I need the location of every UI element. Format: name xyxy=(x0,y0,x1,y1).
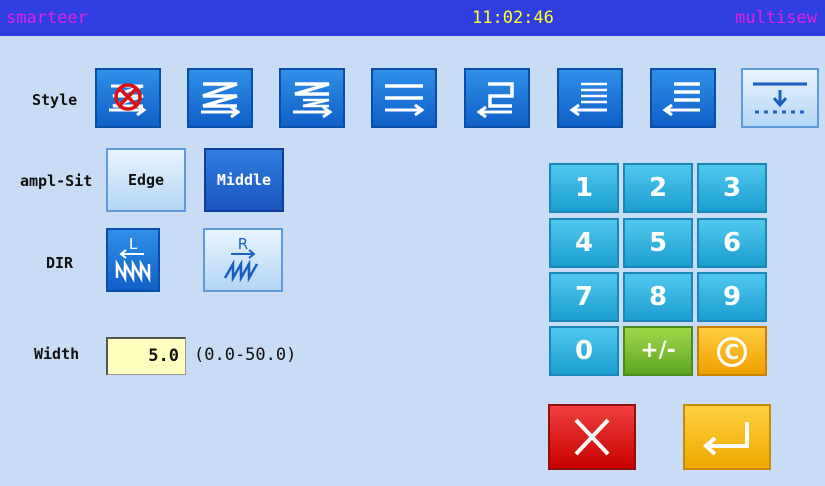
style-button-backtack-return[interactable] xyxy=(464,68,530,128)
plus-minus-key[interactable]: +/- xyxy=(623,326,693,376)
dir-label: DIR xyxy=(46,254,74,272)
key-6[interactable]: 6 xyxy=(697,218,767,268)
dir-left-letter: L xyxy=(129,235,138,253)
key-5[interactable]: 5 xyxy=(623,218,693,268)
zigzag-double-icon xyxy=(293,82,333,119)
key-8[interactable]: 8 xyxy=(623,272,693,322)
enter-button[interactable] xyxy=(683,404,771,470)
title-bar: smarteer 11:02:46 multisew xyxy=(0,0,825,36)
sampling-label: ampl-Sit xyxy=(20,172,93,190)
clear-key[interactable]: C xyxy=(697,326,767,376)
brand-text: smarteer xyxy=(6,8,88,28)
dir-left-icon: L xyxy=(115,235,151,283)
app-window: smarteer 11:02:46 multisew Style ampl-Si… xyxy=(0,0,825,486)
clock-text: 11:02:46 xyxy=(472,8,554,28)
style-button-dotted-drop[interactable] xyxy=(741,68,819,128)
straight-lines-icon xyxy=(385,84,425,117)
backtack-return-icon xyxy=(476,82,514,119)
width-input[interactable]: 5.0 xyxy=(106,337,186,375)
edge-button[interactable]: Edge xyxy=(106,148,186,212)
style-button-backtack-triple[interactable] xyxy=(650,68,716,128)
key-3[interactable]: 3 xyxy=(697,163,767,213)
key-7[interactable]: 7 xyxy=(549,272,619,322)
no-sew-icon xyxy=(109,83,147,117)
style-label: Style xyxy=(32,91,78,109)
style-button-no-sew[interactable] xyxy=(95,68,161,128)
key-9[interactable]: 9 xyxy=(697,272,767,322)
style-button-zigzag-double[interactable] xyxy=(279,68,345,128)
style-button-backtack-multi[interactable] xyxy=(557,68,623,128)
width-label: Width xyxy=(34,345,80,363)
dir-right-icon: R xyxy=(223,235,259,283)
key-0[interactable]: 0 xyxy=(549,326,619,376)
middle-button[interactable]: Middle xyxy=(204,148,284,212)
style-button-straight[interactable] xyxy=(371,68,437,128)
key-2[interactable]: 2 xyxy=(623,163,693,213)
dotted-drop-icon xyxy=(753,82,807,114)
key-1[interactable]: 1 xyxy=(549,163,619,213)
backtack-multi-icon xyxy=(569,82,607,117)
dir-right-button[interactable]: R xyxy=(203,228,283,292)
mode-text: multisew xyxy=(735,8,817,28)
style-button-zigzag-single[interactable] xyxy=(187,68,253,128)
dir-right-letter: R xyxy=(238,235,248,253)
enter-icon xyxy=(702,422,749,456)
cancel-button[interactable] xyxy=(548,404,636,470)
key-4[interactable]: 4 xyxy=(549,218,619,268)
zigzag-single-icon xyxy=(201,82,241,119)
close-icon xyxy=(574,418,610,456)
clear-icon: C xyxy=(717,337,747,367)
backtack-triple-icon xyxy=(662,82,700,117)
dir-left-button[interactable]: L xyxy=(106,228,160,292)
width-range: (0.0-50.0) xyxy=(194,345,297,365)
